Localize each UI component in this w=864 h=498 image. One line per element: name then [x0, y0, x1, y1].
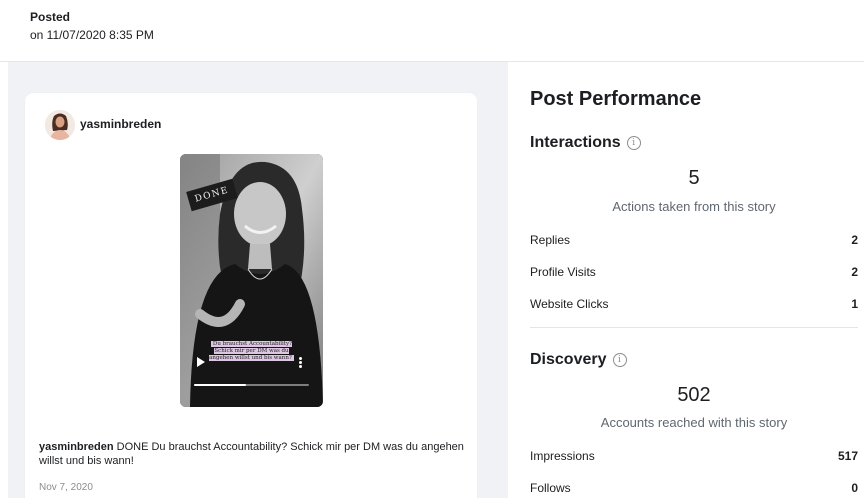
avatar[interactable]	[45, 110, 75, 140]
story-preview[interactable]: DONE Du brauchst Accountability? Schick …	[180, 154, 323, 407]
info-icon[interactable]: i	[612, 352, 627, 367]
post-preview-pane: yasminbreden DONE Du brauchst Accountabi…	[8, 62, 508, 498]
post-username[interactable]: yasminbreden	[80, 117, 161, 131]
interactions-subtitle: Actions taken from this story	[612, 199, 776, 214]
metric-row-website-clicks: Website Clicks 1	[530, 297, 858, 311]
story-caption-sticker: Du brauchst Accountability? Schick mir p…	[209, 341, 294, 361]
post-caption: yasminbreden DONE Du brauchst Accountabi…	[39, 440, 469, 468]
performance-title: Post Performance	[530, 88, 702, 110]
post-header: Posted on 11/07/2020 8:35 PM	[0, 0, 864, 62]
posted-date: on 11/07/2020 8:35 PM	[30, 28, 154, 42]
discovery-heading: Discovery i	[530, 351, 627, 369]
post-date: Nov 7, 2020	[39, 482, 93, 493]
more-vertical-icon[interactable]	[299, 357, 303, 369]
posted-label: Posted	[30, 10, 71, 24]
story-progress-fill	[194, 384, 246, 386]
section-divider	[530, 327, 858, 328]
story-progress-bar[interactable]	[194, 384, 309, 386]
discovery-subtitle: Accounts reached with this story	[600, 415, 788, 430]
post-performance-panel: Post Performance Interactions i 5 Actions…	[508, 62, 864, 498]
discovery-total: 502	[677, 384, 711, 406]
metric-row-impressions: Impressions 517	[530, 449, 858, 463]
metric-row-replies: Replies 2	[530, 233, 858, 247]
post-card: yasminbreden DONE Du brauchst Accountabi…	[25, 93, 477, 498]
metric-row-profile-visits: Profile Visits 2	[530, 265, 858, 279]
interactions-total: 5	[688, 167, 700, 189]
caption-username[interactable]: yasminbreden	[39, 441, 114, 453]
metric-row-follows: Follows 0	[530, 481, 858, 495]
info-icon[interactable]: i	[626, 135, 641, 150]
play-icon[interactable]	[197, 357, 205, 367]
interactions-heading: Interactions i	[530, 134, 641, 152]
